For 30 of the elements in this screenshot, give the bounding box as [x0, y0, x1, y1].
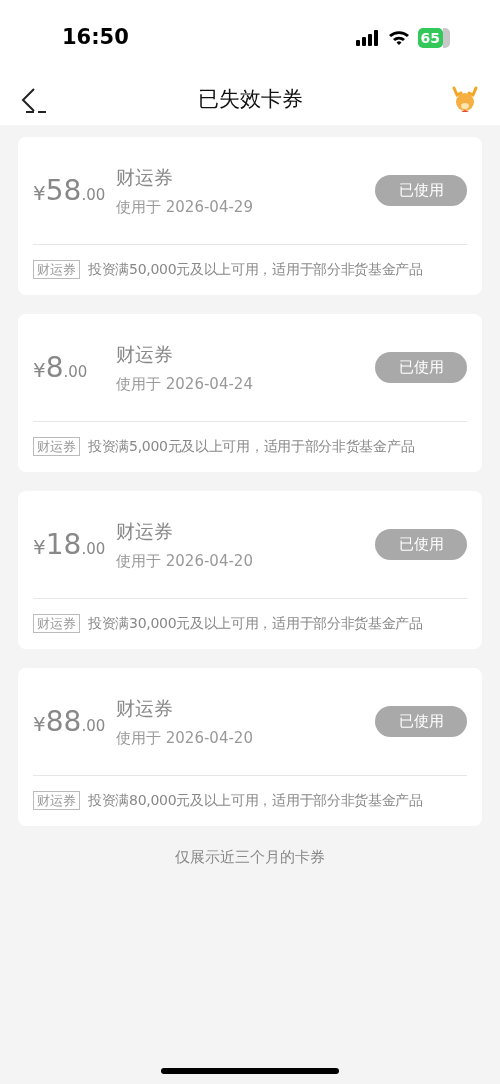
- status-time: 16:50: [62, 23, 129, 51]
- coupon-condition: 投资满30,000元及以上可用，适用于部分非货基金产品: [88, 614, 423, 633]
- used-status-button[interactable]: 已使用: [375, 352, 467, 383]
- coupon-tag: 财运券: [33, 614, 80, 633]
- coupon-tag: 财运券: [33, 791, 80, 810]
- used-status-button[interactable]: 已使用: [375, 706, 467, 737]
- used-status-button[interactable]: 已使用: [375, 529, 467, 560]
- signal-icon: [355, 29, 380, 46]
- page-title: 已失效卡券: [197, 86, 303, 114]
- wifi-icon: [387, 29, 410, 46]
- usage-date: 使用于 2026-04-20: [116, 550, 254, 572]
- usage-date: 使用于 2026-04-20: [116, 727, 254, 749]
- coupon-condition: 投资满50,000元及以上可用，适用于部分非货基金产品: [88, 260, 423, 279]
- coupon-tag: 财运券: [33, 437, 80, 456]
- coupon-amount: ¥18.00: [33, 526, 107, 563]
- coupon-name: 财运券: [116, 696, 174, 721]
- usage-date: 使用于 2026-04-24: [116, 373, 254, 395]
- coupon-condition: 投资满80,000元及以上可用，适用于部分非货基金产品: [88, 791, 423, 810]
- used-status-button[interactable]: 已使用: [375, 175, 467, 206]
- coupon-amount: ¥8.00: [33, 349, 89, 386]
- coupon-amount: ¥58.00: [33, 172, 107, 209]
- coupon-name: 财运券: [116, 165, 174, 190]
- coupon-amount: ¥88.00: [33, 703, 107, 740]
- usage-date: 使用于 2026-04-29: [116, 196, 254, 218]
- battery-indicator: 65: [417, 27, 450, 48]
- coupon-condition: 投资满5,000元及以上可用，适用于部分非货基金产品: [88, 437, 415, 456]
- footer-note: 仅展示近三个月的卡券: [175, 847, 325, 868]
- coupon-tag: 财运券: [33, 260, 80, 279]
- coupon-name: 财运券: [116, 342, 174, 367]
- coupon-name: 财运券: [116, 519, 174, 544]
